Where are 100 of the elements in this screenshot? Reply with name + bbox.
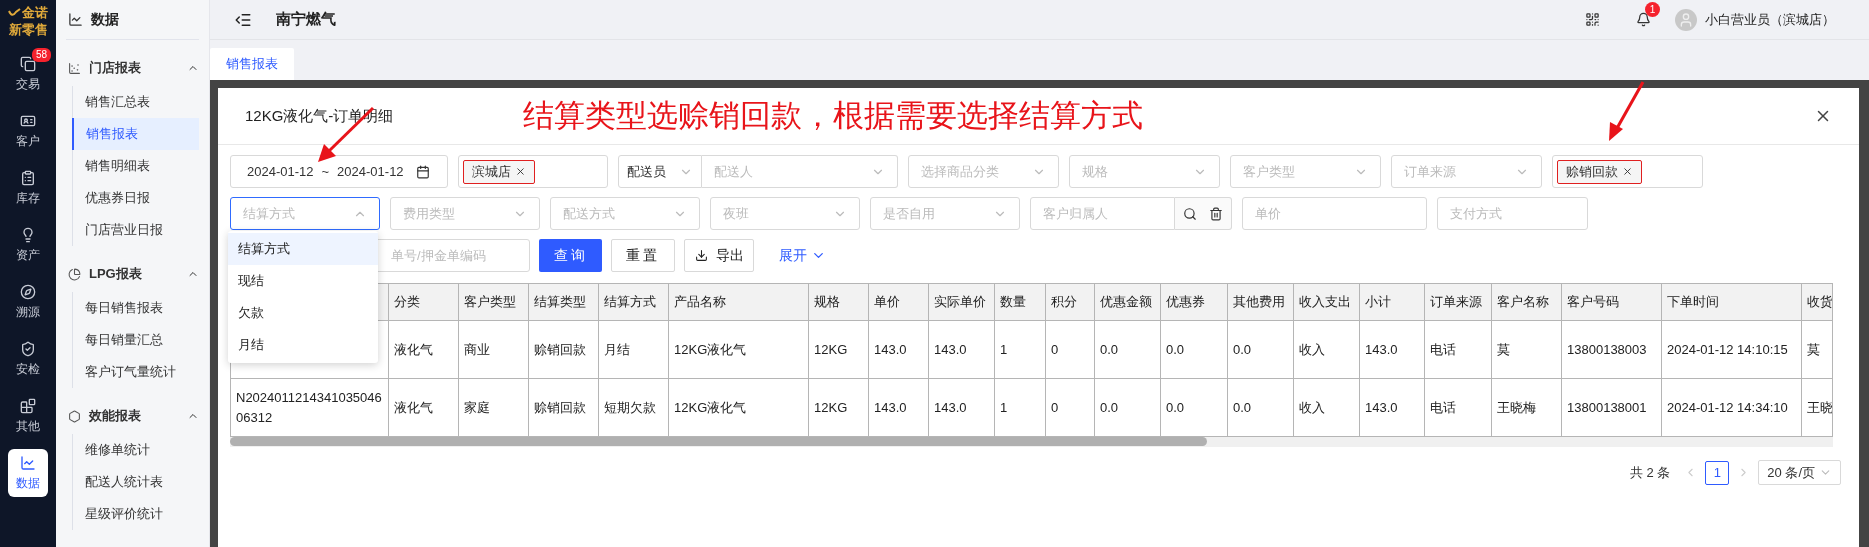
table-cell: 收入 xyxy=(1293,378,1360,437)
column-header: 小计 xyxy=(1359,283,1425,321)
menu-group-header[interactable]: 门店报表 xyxy=(66,50,199,86)
table-cell: 家庭 xyxy=(458,378,529,437)
selected-tag[interactable]: 滨城店 xyxy=(463,159,535,184)
menu-item[interactable]: 优惠券日报 xyxy=(73,182,199,214)
menu-item[interactable]: 星级评价统计 xyxy=(73,498,199,530)
user-name[interactable]: 小白营业员（滨城店） xyxy=(1705,9,1835,30)
export-button[interactable]: 导出 xyxy=(684,239,754,272)
horizontal-scrollbar[interactable] xyxy=(230,437,1833,447)
page-tab[interactable]: 销售报表 xyxy=(210,48,294,80)
start-date: 2024-01-12 xyxy=(247,162,314,181)
table-cell: 143.0 xyxy=(1359,320,1425,379)
menu-item[interactable]: 客户订气量统计 xyxy=(73,356,199,388)
table-cell: 2024-01-12 14:10:15 xyxy=(1661,320,1802,379)
table-cell: 月结 xyxy=(598,320,669,379)
table-cell: 0 xyxy=(1045,320,1095,379)
menu-item[interactable]: 销售报表 xyxy=(72,118,199,150)
tag-select[interactable]: 滨城店 xyxy=(458,155,608,188)
menu-group-header[interactable]: 效能报表 xyxy=(66,398,199,434)
remove-icon[interactable] xyxy=(515,166,526,177)
trash-icon[interactable] xyxy=(1209,206,1223,221)
remove-icon[interactable] xyxy=(1622,166,1633,177)
table-cell: 143.0 xyxy=(868,320,929,379)
query-button[interactable]: 查询 xyxy=(539,239,602,272)
column-header: 数量 xyxy=(994,283,1046,321)
table-cell: 商业 xyxy=(458,320,529,379)
submenu-title: 数据 xyxy=(91,10,119,29)
column-header: 其他费用 xyxy=(1227,283,1294,321)
blocks-icon xyxy=(20,397,36,414)
table-cell: 143.0 xyxy=(928,378,995,437)
search-field[interactable]: 客户归属人 xyxy=(1030,197,1175,230)
column-header: 订单来源 xyxy=(1424,283,1492,321)
dropdown-option[interactable]: 欠款 xyxy=(228,297,378,329)
role-select[interactable]: 配送员 xyxy=(618,155,702,188)
order-number-field[interactable]: 单号/押金单编码 xyxy=(391,245,521,266)
tag-select[interactable]: 赊销回款 xyxy=(1552,155,1703,188)
input-field[interactable]: 单价 xyxy=(1242,197,1427,230)
dropdown-option[interactable]: 结算方式 xyxy=(228,233,378,265)
table-cell: 收入 xyxy=(1293,320,1360,379)
table-cell: 0 xyxy=(1045,378,1095,437)
notification-icon[interactable] xyxy=(1636,12,1651,27)
column-header: 结算方式 xyxy=(598,283,669,321)
rail-item[interactable]: 数据 xyxy=(8,449,48,498)
column-header: 结算类型 xyxy=(528,283,599,321)
page-number[interactable]: 1 xyxy=(1705,460,1730,485)
qr-code-icon[interactable] xyxy=(1585,12,1600,27)
column-header: 规格 xyxy=(808,283,869,321)
annotation-arrow xyxy=(1606,80,1646,142)
table-cell: 莫 xyxy=(1801,320,1833,379)
menu-item[interactable]: 销售明细表 xyxy=(73,150,199,182)
chart-line-icon xyxy=(20,454,36,471)
expand-link[interactable]: 展开 xyxy=(779,245,826,266)
total-count: 共 2 条 xyxy=(1629,463,1671,482)
rail-item[interactable]: 其他 xyxy=(8,392,48,441)
selected-tag[interactable]: 赊销回款 xyxy=(1557,159,1642,184)
table-cell: 0.0 xyxy=(1227,378,1294,437)
menu-item[interactable]: 销售汇总表 xyxy=(73,86,199,118)
search-icon[interactable] xyxy=(1183,206,1197,221)
rail-item[interactable]: 溯源 xyxy=(8,278,48,327)
column-header: 分类 xyxy=(388,283,459,321)
column-header: 优惠金额 xyxy=(1094,283,1161,321)
date-range-field[interactable]: 2024-01-12 ~ 2024-01-12 xyxy=(230,155,448,188)
menu-item[interactable]: 门店营业日报 xyxy=(73,214,199,246)
column-header: 收入支出 xyxy=(1293,283,1360,321)
table-cell: 电话 xyxy=(1424,378,1492,437)
compass-icon xyxy=(20,283,36,300)
shield-check-icon xyxy=(20,340,36,357)
input-field[interactable]: 支付方式 xyxy=(1437,197,1588,230)
column-header: 客户类型 xyxy=(458,283,529,321)
table-cell: 12KG液化气 xyxy=(668,378,809,437)
rail-item[interactable]: 资产 xyxy=(8,221,48,270)
calendar-icon xyxy=(415,164,430,179)
rail-item[interactable]: 安检 xyxy=(8,335,48,384)
brand-name: 金诺 xyxy=(22,6,48,19)
table-cell: 12KG液化气 xyxy=(668,320,809,379)
column-header: 优惠券 xyxy=(1160,283,1228,321)
menu-item[interactable]: 配送人统计表 xyxy=(73,466,199,498)
notification-badge: 1 xyxy=(1645,2,1660,17)
rail-item[interactable]: 库存 xyxy=(8,164,48,213)
table-cell: 赊销回款 xyxy=(528,320,599,379)
column-header: 客户名称 xyxy=(1491,283,1562,321)
hexagon-icon xyxy=(68,409,81,423)
table-cell: 143.0 xyxy=(868,378,929,437)
pie-chart-icon xyxy=(68,267,81,281)
menu-item[interactable]: 每日销售报表 xyxy=(73,292,199,324)
table-cell: 电话 xyxy=(1424,320,1492,379)
reset-button[interactable]: 重置 xyxy=(611,239,675,272)
menu-item[interactable]: 每日销量汇总 xyxy=(73,324,199,356)
menu-group-header[interactable]: LPG报表 xyxy=(66,256,199,292)
table-cell: 短期欠款 xyxy=(598,378,669,437)
table-cell: 液化气 xyxy=(388,378,459,437)
dropdown-option[interactable]: 现结 xyxy=(228,265,378,297)
dropdown-option[interactable]: 月结 xyxy=(228,329,378,361)
table-cell: 1 xyxy=(994,378,1046,437)
rail-item[interactable]: 客户 xyxy=(8,107,48,156)
brand-subtitle: 新零售 xyxy=(8,22,48,39)
page-size-select[interactable]: 20 条/页 xyxy=(1758,460,1841,485)
menu-item[interactable]: 维修单统计 xyxy=(73,434,199,466)
column-header: 积分 xyxy=(1045,283,1095,321)
